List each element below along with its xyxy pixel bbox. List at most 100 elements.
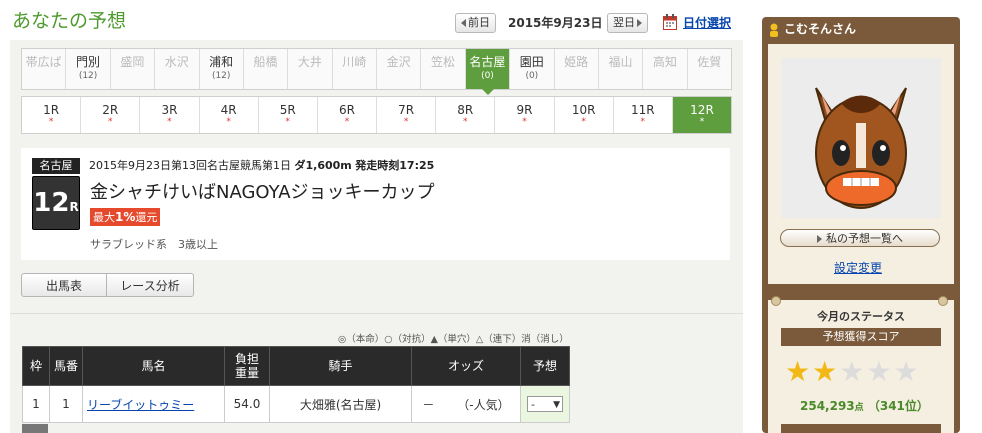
prediction-select[interactable]: - ▼: [527, 396, 563, 412]
venue-count: (0): [525, 71, 539, 81]
venue-tab[interactable]: 園田 (0): [510, 49, 555, 89]
venue-name: 姫路: [564, 55, 589, 69]
chevron-right-icon: [817, 235, 822, 243]
race-tab[interactable]: 8R *: [436, 97, 496, 133]
star-filled-icon: ★: [812, 355, 838, 388]
col-jockey: 騎手: [269, 346, 412, 386]
page-title: あなたの予想: [12, 10, 127, 32]
cell-horse-name: リーブイットゥミー: [82, 385, 225, 423]
race-tab[interactable]: 12R *: [672, 97, 732, 133]
tab-race-analysis[interactable]: レース分析: [106, 273, 194, 297]
star-filled-icon: ★: [785, 355, 811, 388]
venue-name: 川崎: [342, 55, 367, 69]
rebate-badge: 最大1%還元: [90, 208, 161, 226]
venue-tabs: 帯広ば 門別 (12) 盛岡 水沢 浦和 (12) 船橋 大井 川崎 金沢 笠松 名古屋 (0) 園田 (0)…: [21, 48, 732, 90]
user-name: こむそんさん: [784, 22, 857, 36]
venue-name: 福山: [608, 55, 633, 69]
venue-count: (0): [481, 71, 494, 81]
cell-waku: 1: [22, 385, 50, 423]
next-day-label: 翌日: [613, 16, 635, 29]
chevron-right-icon: [637, 19, 642, 27]
horse-name-link[interactable]: リーブイットゥミー: [87, 398, 194, 412]
race-tab[interactable]: 4R *: [200, 97, 259, 133]
my-predictions-button[interactable]: 私の予想一覧へ: [780, 229, 940, 247]
star-empty-icon: ★: [893, 355, 919, 388]
race-tab-mark: *: [167, 117, 172, 127]
odds-value: －: [422, 397, 435, 412]
race-tab[interactable]: 9R *: [495, 97, 555, 133]
venue-tab[interactable]: 門別 (12): [66, 49, 111, 89]
race-number: 12: [33, 188, 70, 218]
col-umaban: 馬番: [49, 346, 83, 386]
venue-tab: 佐賀: [688, 49, 731, 89]
race-tabs: 1R * 2R * 3R * 4R * 5R * 6R * 7R * 8R * 9R * 10R * 11R * 12R *: [21, 96, 732, 134]
race-start-time: 発走時刻17:25: [355, 159, 435, 172]
race-number-badge: 12R: [32, 176, 80, 230]
venue-tab: 大井: [288, 49, 333, 89]
prediction-select-value: -: [531, 398, 535, 411]
venue-tab: 金沢: [377, 49, 422, 89]
race-tab[interactable]: 3R *: [140, 97, 200, 133]
race-tab-mark: *: [285, 117, 291, 127]
venue-name: 浦和: [209, 55, 234, 69]
settings-link[interactable]: 設定変更: [834, 259, 882, 276]
race-tab-mark: *: [522, 117, 527, 127]
venue-tab[interactable]: 名古屋 (0): [465, 49, 511, 89]
race-tab[interactable]: 10R *: [555, 97, 614, 133]
rebate-prefix: 最大: [93, 211, 115, 224]
cell-prediction: - ▼: [520, 385, 570, 423]
race-tab[interactable]: 1R *: [22, 97, 82, 133]
calendar-icon: [663, 14, 677, 30]
table-header-row: 枠 馬番 馬名 負担 重量 騎手 オッズ 予想: [22, 346, 570, 386]
date-select-link[interactable]: 日付選択: [683, 13, 731, 33]
race-tab-mark: *: [699, 117, 705, 127]
cell-jockey: 大畑雅(名古屋): [269, 385, 412, 423]
venue-tab: 帯広ば: [22, 49, 67, 89]
venue-count: (12): [211, 71, 231, 81]
venue-tab: 盛岡: [111, 49, 156, 89]
race-meta-date: 2015年9月23日第13回名古屋競馬第1日: [89, 159, 291, 172]
ranking-bar: [781, 424, 941, 433]
chevron-down-icon: ▼: [553, 400, 560, 410]
score-display: 254,293点 （341位）: [800, 397, 929, 414]
race-tab-label: 8R: [457, 103, 474, 117]
venue-name: 園田: [519, 55, 544, 69]
pin-icon: [938, 296, 948, 306]
venue-name: 門別: [76, 55, 101, 69]
race-tab[interactable]: 5R *: [259, 97, 318, 133]
avatar: [781, 58, 941, 218]
status-title: 今月のステータス: [817, 310, 905, 323]
cell-odds: － （-人気）: [411, 385, 521, 423]
race-tab-mark: *: [48, 117, 54, 127]
rating-stars: ★ ★ ★ ★ ★: [785, 357, 919, 387]
rebate-value: 1%: [115, 210, 136, 224]
race-tab[interactable]: 6R *: [318, 97, 378, 133]
race-tab-mark: *: [108, 117, 113, 127]
race-suffix: R: [69, 200, 79, 214]
venue-name: 名古屋: [469, 55, 506, 69]
star-empty-icon: ★: [839, 355, 865, 388]
prev-day-button[interactable]: 前日: [455, 13, 496, 33]
tab-entries[interactable]: 出馬表: [21, 273, 107, 297]
race-tab-label: 3R: [161, 103, 178, 117]
race-tab[interactable]: 2R *: [81, 97, 141, 133]
venue-name: 笠松: [431, 55, 456, 69]
venue-name: 大井: [297, 55, 322, 69]
venue-tab: 笠松: [421, 49, 466, 89]
venue-name: 水沢: [164, 55, 189, 69]
race-course: ダ1,600m: [294, 159, 352, 172]
race-tab[interactable]: 11R *: [614, 97, 673, 133]
venue-name: 高知: [652, 55, 677, 69]
race-tab[interactable]: 7R *: [377, 97, 437, 133]
venue-tab[interactable]: 浦和 (12): [200, 49, 244, 89]
col-odds: オッズ: [411, 346, 521, 386]
col-weight-line2: 重量: [234, 366, 259, 380]
venue-tab: 福山: [599, 49, 644, 89]
cell-umaban: 1: [49, 385, 83, 423]
next-day-button[interactable]: 翌日: [607, 13, 648, 33]
race-tab-label: 7R: [398, 103, 415, 117]
score-unit: 点: [854, 403, 864, 413]
pin-icon: [771, 296, 781, 306]
rebate-suffix: 還元: [135, 211, 158, 224]
race-tab-mark: *: [403, 117, 409, 127]
